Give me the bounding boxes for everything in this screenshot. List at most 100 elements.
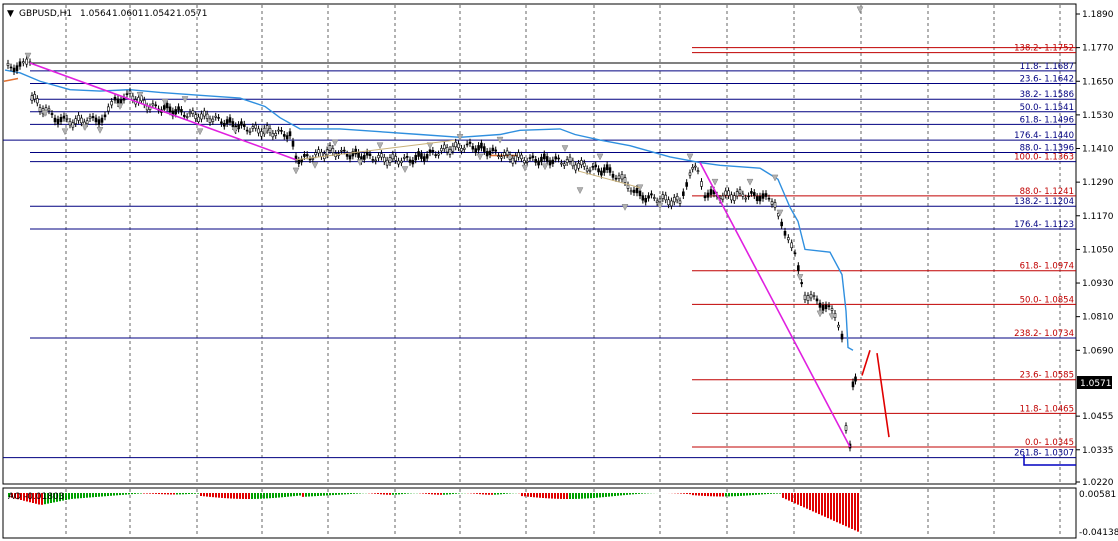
ao-bar: [392, 493, 394, 495]
price-bar-body: [685, 182, 688, 187]
price-bar-body: [251, 126, 255, 129]
ao-bar: [719, 493, 721, 497]
ao-bar: [551, 493, 553, 499]
price-bar-body: [652, 197, 656, 199]
price-bar-body: [74, 118, 78, 124]
price-bar-body: [747, 195, 750, 198]
price-bar-body: [502, 152, 506, 156]
ao-bar: [554, 493, 556, 499]
ao-bar: [728, 493, 730, 497]
ao-bar: [233, 493, 235, 499]
ao-bar: [476, 493, 478, 494]
ao-bar: [323, 493, 325, 496]
price-bar-body: [77, 115, 80, 121]
ao-bar: [632, 493, 634, 495]
price-bar-body: [514, 155, 518, 162]
price-bar-body: [494, 149, 498, 152]
price-bar-body: [311, 158, 315, 160]
price-bar-body: [661, 194, 665, 199]
price-bar-body: [703, 195, 707, 199]
price-bar-body: [30, 95, 34, 101]
ao-bar: [575, 493, 577, 499]
price-bar-body: [750, 191, 753, 194]
ao-bar: [815, 493, 817, 513]
price-bar-body: [672, 197, 676, 203]
ao-bar: [749, 493, 751, 496]
osc-tick-top: 0.00581: [1079, 490, 1116, 500]
ao-bar: [146, 493, 148, 494]
ao-bar: [587, 493, 589, 499]
ao-bar: [209, 493, 211, 497]
price-bar-body: [462, 147, 466, 150]
ao-bar: [191, 493, 193, 494]
ao-bar: [377, 493, 379, 495]
price-bar-body: [268, 128, 272, 134]
price-bar-body: [448, 149, 452, 155]
ao-bar: [533, 493, 535, 498]
ao-bar: [131, 493, 133, 495]
fib-level-label: 176.4- 1.1123: [1014, 220, 1074, 230]
ao-bar: [260, 493, 262, 499]
price-bar-body: [738, 189, 742, 194]
fib-level-label: 88.0- 1.1396: [1020, 143, 1074, 153]
ao-bar: [158, 493, 160, 495]
price-bar-body: [511, 157, 515, 164]
price-bar-body: [71, 122, 75, 128]
ao-bar: [488, 493, 490, 495]
price-tick-label: 1.0455: [1082, 412, 1114, 422]
price-bar-body: [165, 102, 169, 109]
price-bar-body: [793, 252, 797, 255]
menu-arrow-icon[interactable]: ▼: [7, 9, 14, 19]
ao-bar: [272, 493, 274, 499]
price-bar-body: [38, 107, 42, 112]
ao-bar: [494, 493, 496, 495]
price-bar-body: [482, 146, 486, 152]
price-bar-body: [437, 153, 440, 156]
price-bar-body: [182, 114, 186, 117]
ao-bar: [842, 493, 844, 525]
price-bar-body: [113, 96, 117, 101]
ao-bar: [143, 493, 145, 494]
price-bar-body: [783, 230, 787, 236]
ao-bar: [239, 493, 241, 499]
ao-bar: [734, 493, 736, 497]
price-bar-body: [454, 141, 458, 148]
ao-bar: [773, 493, 775, 494]
close-value: 1.0571: [176, 9, 208, 19]
price-bar-body: [837, 324, 840, 328]
ao-bar: [623, 493, 625, 496]
price-bar-body: [100, 117, 104, 123]
ao-bar: [242, 493, 244, 499]
price-tick-label: 1.0810: [1082, 313, 1114, 323]
price-bar-body: [773, 202, 777, 208]
price-bar-body: [280, 130, 283, 132]
price-bar-body: [168, 106, 172, 113]
price-bar-body: [767, 197, 771, 200]
price-bar-body: [580, 160, 583, 166]
price-bar-body: [727, 190, 730, 196]
main-plot-frame[interactable]: [2, 3, 1077, 485]
chart-window[interactable]: 138.2- 1.1752 100.0- 1.1363 88.0- 1.1241 61…: [0, 0, 1118, 541]
price-bar-body: [177, 106, 180, 111]
price-bar-body: [696, 170, 700, 172]
ao-bar: [530, 493, 532, 497]
ao-bar: [431, 493, 433, 495]
price-bar-body: [420, 153, 423, 159]
ao-bar: [290, 493, 292, 497]
price-bar-body: [88, 116, 92, 119]
ao-bar: [620, 493, 622, 496]
ao-bar: [701, 493, 703, 496]
ao-bar: [164, 493, 166, 495]
ao-bar: [527, 493, 529, 497]
price-bar-body: [600, 170, 603, 176]
price-bar-body: [62, 115, 66, 119]
price-bar-body: [228, 117, 232, 123]
ao-bar: [236, 493, 238, 499]
price-bar-body: [97, 119, 101, 125]
price-bar-body: [131, 95, 135, 101]
price-bar-body: [291, 140, 295, 147]
price-bar-body: [812, 295, 816, 297]
fib-level-label: 61.8- 1.0974: [1020, 262, 1074, 272]
price-axis[interactable]: 1.1890 1.1770 1.1650 1.1530 1.1410 1.1290 1.11…: [1076, 10, 1114, 488]
ao-bar: [317, 493, 319, 496]
